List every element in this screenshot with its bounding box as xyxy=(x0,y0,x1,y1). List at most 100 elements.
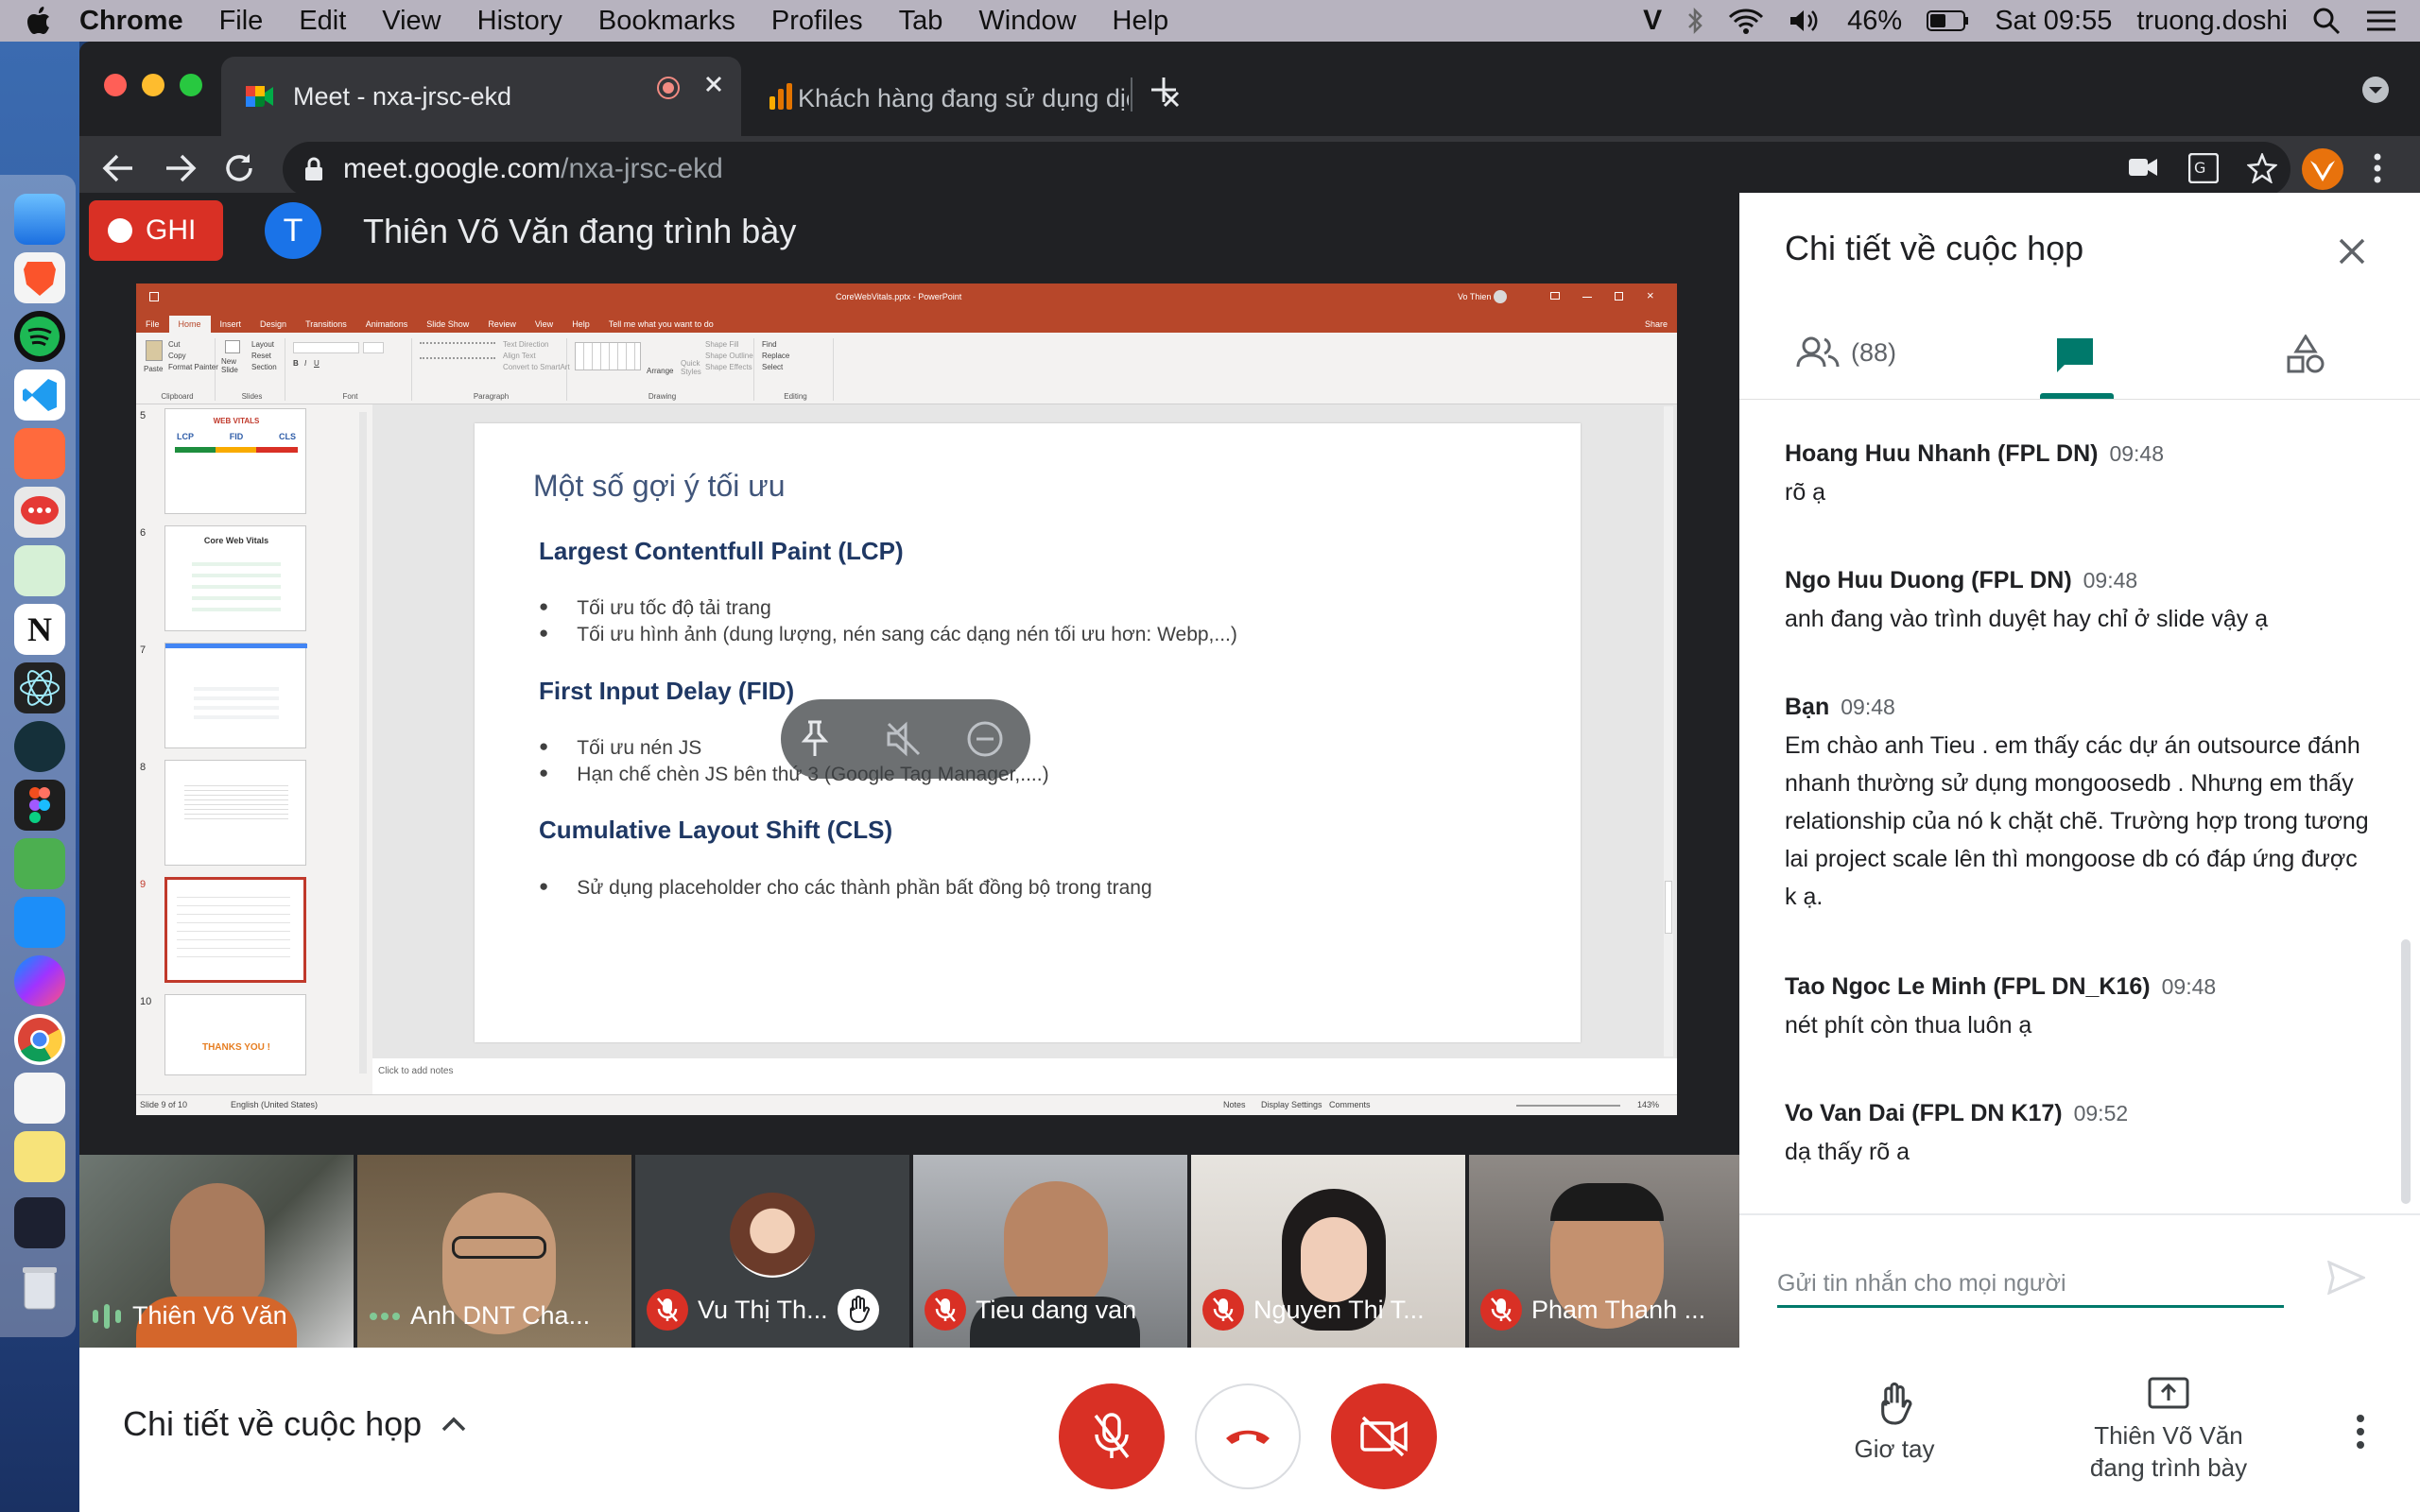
ppt-tell-me[interactable]: Tell me what you want to do xyxy=(599,316,723,333)
send-icon[interactable] xyxy=(2327,1261,2365,1295)
chat-scrollbar[interactable] xyxy=(2401,939,2411,1204)
paste-icon[interactable] xyxy=(146,340,163,361)
translate-icon[interactable]: G xyxy=(2188,153,2219,183)
pin-icon[interactable] xyxy=(798,720,832,758)
participant-tile[interactable]: Pham Thanh ... xyxy=(1469,1155,1739,1348)
menubar-view[interactable]: View xyxy=(382,6,441,37)
ppt-tab-help[interactable]: Help xyxy=(562,316,599,333)
chrome-menu-icon[interactable] xyxy=(2373,151,2382,185)
tab-people[interactable]: (88) xyxy=(1796,336,1896,369)
ppt-share-button[interactable]: Share xyxy=(1635,316,1677,333)
new-slide-icon[interactable] xyxy=(225,340,240,353)
new-tab-icon[interactable] xyxy=(1150,76,1178,104)
camera-toggle-button[interactable] xyxy=(1331,1383,1437,1489)
menubar-edit[interactable]: Edit xyxy=(299,6,346,37)
menubar-tab[interactable]: Tab xyxy=(899,6,943,37)
ppt-shape-fill[interactable]: Shape Fill xyxy=(705,340,739,349)
ppt-tab-review[interactable]: Review xyxy=(478,316,526,333)
slide-thumbnail-7[interactable] xyxy=(164,643,307,748)
battery-icon[interactable] xyxy=(1927,9,1970,32)
menubar-history[interactable]: History xyxy=(477,6,562,37)
lock-icon[interactable] xyxy=(303,156,324,182)
recent-app-icon[interactable] xyxy=(14,1197,65,1248)
remove-icon[interactable] xyxy=(966,720,1004,758)
vpn-icon[interactable]: V xyxy=(1643,5,1662,37)
participant-tile[interactable]: Vu Thị Th... xyxy=(635,1155,909,1348)
ppt-minimize-icon[interactable] xyxy=(1582,297,1592,298)
ppt-tab-animations[interactable]: Animations xyxy=(356,316,418,333)
zoom-window-button[interactable] xyxy=(180,74,202,96)
participant-tile[interactable]: Anh DNT Cha... xyxy=(357,1155,631,1348)
android-studio-icon[interactable] xyxy=(14,545,65,596)
bullets-icon[interactable] xyxy=(420,342,495,352)
tab-activities[interactable] xyxy=(2286,335,2325,374)
ppt-tab-home[interactable]: Home xyxy=(168,316,211,333)
tab-khach-hang[interactable]: Khách hàng đang sử dụng dịch xyxy=(694,70,1185,127)
back-arrow-icon[interactable] xyxy=(102,153,134,183)
leave-call-button[interactable] xyxy=(1195,1383,1301,1489)
tab-chat[interactable] xyxy=(2055,336,2095,374)
apple-menu-icon[interactable] xyxy=(26,7,51,35)
ppt-paste-label[interactable]: Paste xyxy=(144,365,163,373)
reload-icon[interactable] xyxy=(223,152,255,184)
gitkraken-icon[interactable] xyxy=(14,721,65,772)
messages-app-icon[interactable] xyxy=(14,487,65,538)
stickies-icon[interactable] xyxy=(14,1131,65,1182)
postman-icon[interactable] xyxy=(14,428,65,479)
participant-tile[interactable]: Tieu dang van xyxy=(913,1155,1187,1348)
slide-thumbnail-8[interactable] xyxy=(164,760,306,866)
font-name-box[interactable] xyxy=(293,342,359,353)
mic-toggle-button[interactable] xyxy=(1059,1383,1165,1489)
minimize-window-button[interactable] xyxy=(142,74,164,96)
camera-in-use-icon[interactable] xyxy=(2128,155,2158,180)
brave-icon[interactable] xyxy=(14,252,65,303)
close-window-button[interactable] xyxy=(104,74,127,96)
presenting-status-button[interactable]: Thiên Võ Văn đang trình bày xyxy=(2065,1376,2273,1484)
close-panel-icon[interactable] xyxy=(2337,236,2367,266)
finder-icon[interactable] xyxy=(14,194,65,245)
ppt-save-icon[interactable] xyxy=(149,292,159,301)
thumb-scrollbar[interactable] xyxy=(359,412,367,1074)
forward-arrow-icon[interactable] xyxy=(164,153,197,183)
menubar-profiles[interactable]: Profiles xyxy=(771,6,863,37)
ppt-tab-slideshow[interactable]: Slide Show xyxy=(417,316,478,333)
ppt-tab-design[interactable]: Design xyxy=(251,316,296,333)
ppt-align-text[interactable]: Align Text xyxy=(503,352,536,360)
shapes-gallery[interactable] xyxy=(575,342,641,370)
status-comments-button[interactable]: Comments xyxy=(1329,1100,1371,1109)
electron-icon[interactable] xyxy=(14,662,65,713)
tab-search-icon[interactable] xyxy=(2361,76,2390,104)
menubar-clock[interactable]: Sat 09:55 xyxy=(1995,6,2112,37)
textedit-icon[interactable] xyxy=(14,1073,65,1124)
menubar-help[interactable]: Help xyxy=(1113,6,1169,37)
meeting-details-toggle[interactable]: Chi tiết về cuộc họp xyxy=(123,1404,467,1444)
android-file-transfer-icon[interactable] xyxy=(14,838,65,889)
messenger-icon[interactable] xyxy=(14,955,65,1006)
ppt-tab-transitions[interactable]: Transitions xyxy=(296,316,356,333)
profile-avatar-icon[interactable] xyxy=(2301,147,2344,191)
menubar-file[interactable]: File xyxy=(219,6,264,37)
ppt-new-slide[interactable]: New Slide xyxy=(221,357,250,374)
bold-icon[interactable]: B xyxy=(293,359,299,368)
zoom-slider[interactable] xyxy=(1516,1105,1620,1107)
slide-scrollbar-thumb[interactable] xyxy=(1665,881,1672,934)
spotlight-search-icon[interactable] xyxy=(2312,7,2341,35)
ppt-format-painter[interactable]: Format Painter xyxy=(168,363,218,371)
wifi-icon[interactable] xyxy=(1728,8,1764,34)
ppt-shape-effects[interactable]: Shape Effects xyxy=(705,363,752,371)
ppt-cut[interactable]: Cut xyxy=(168,340,180,349)
underline-icon[interactable]: U xyxy=(314,359,320,368)
mute-presenter-icon[interactable] xyxy=(885,720,923,758)
status-notes-button[interactable]: Notes xyxy=(1223,1100,1246,1109)
ppt-tab-insert[interactable]: Insert xyxy=(211,316,251,333)
bluetooth-icon[interactable] xyxy=(1686,7,1703,35)
ppt-convert-smartart[interactable]: Convert to SmartArt xyxy=(503,363,570,371)
align-icon[interactable] xyxy=(420,357,495,367)
ppt-layout[interactable]: Layout xyxy=(251,340,274,349)
participant-tile[interactable]: Nguyen Thi T... xyxy=(1191,1155,1465,1348)
font-size-box[interactable] xyxy=(363,342,384,353)
slide-thumbnail-9-selected[interactable] xyxy=(164,877,306,983)
ppt-tab-file[interactable]: File xyxy=(136,316,169,333)
ppt-text-direction[interactable]: Text Direction xyxy=(503,340,548,349)
trash-icon[interactable] xyxy=(14,1262,65,1313)
